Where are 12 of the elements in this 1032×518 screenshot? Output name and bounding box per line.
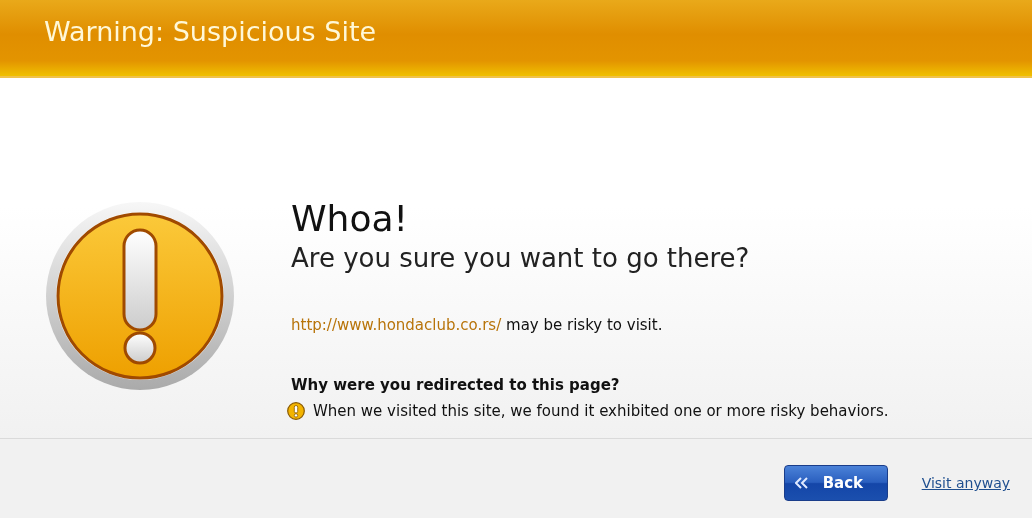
back-button[interactable]: Back [783,465,888,501]
subheading: Are you sure you want to go there? [291,242,750,274]
site-link[interactable]: http://www.hondaclub.co.rs/ [291,316,502,334]
warning-icon [287,402,305,420]
risk-message: http://www.hondaclub.co.rs/ may be risky to visit. [291,316,663,334]
heading: Whoa! [291,197,408,241]
warning-icon [44,200,236,392]
reason-text: When we visited this site, we found it exhibited one or more risky behaviors. [313,402,889,420]
reason-title: Why were you redirected to this page? [291,376,620,394]
visit-anyway-link[interactable]: Visit anyway [921,475,1010,491]
double-chevron-icon [794,477,809,489]
page-title: Warning: Suspicious Site [44,16,377,47]
